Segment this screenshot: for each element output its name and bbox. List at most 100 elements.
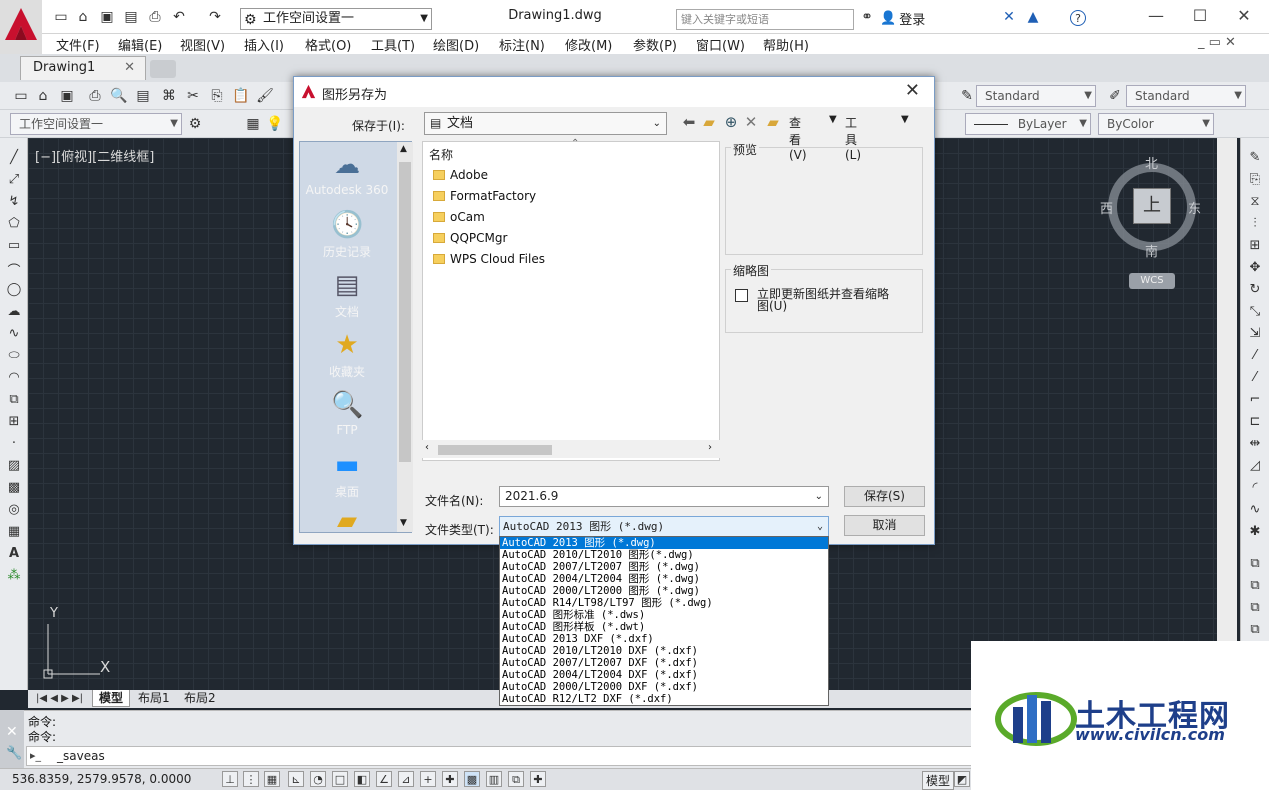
draworder-above-icon[interactable]: ⧉: [1246, 600, 1264, 618]
break-icon[interactable]: ⌐: [1246, 392, 1264, 410]
filetype-option[interactable]: AutoCAD 2004/LT2004 图形 (*.dwg): [500, 573, 828, 585]
offset-icon[interactable]: ⫶: [1246, 216, 1264, 234]
quick-properties-icon[interactable]: ▥: [486, 771, 502, 787]
viewcube[interactable]: 上 北 南 东 西: [1100, 155, 1204, 260]
model-space-button[interactable]: 模型: [922, 771, 955, 790]
lineweight-icon[interactable]: ✚: [442, 771, 458, 787]
wcs-menu[interactable]: WCS: [1129, 273, 1175, 289]
gradient-icon[interactable]: ▩: [5, 480, 23, 498]
compass-east[interactable]: 东: [1188, 198, 1201, 217]
update-thumbnail-checkbox[interactable]: [735, 289, 748, 302]
filetype-option[interactable]: AutoCAD 2000/LT2000 图形 (*.dwg): [500, 585, 828, 597]
fillet-icon[interactable]: ◜: [1246, 480, 1264, 498]
list-item[interactable]: WPS Cloud Files: [433, 252, 545, 266]
search-input[interactable]: 键入关键字或短语: [676, 9, 854, 30]
arc-icon[interactable]: ⌒: [5, 260, 23, 279]
places-scrollbar[interactable]: ▲ ▼: [397, 142, 413, 532]
document-tab[interactable]: Drawing1 ✕: [20, 56, 146, 80]
array-icon[interactable]: ⊞: [1246, 238, 1264, 256]
dynamic-input-icon[interactable]: +: [420, 771, 436, 787]
quick-view-icon[interactable]: ◩: [954, 771, 970, 787]
publish-icon[interactable]: ▤: [134, 87, 152, 105]
coordinates-readout[interactable]: 536.8359, 2579.9578, 0.0000: [12, 772, 191, 786]
doc-minimize-icon[interactable]: _ ▭ ✕: [1198, 35, 1236, 50]
copy-icon[interactable]: ⎘: [208, 87, 226, 105]
3d-osnap-icon[interactable]: ◧: [354, 771, 370, 787]
tab-layout1[interactable]: 布局1: [132, 690, 176, 707]
scroll-thumb[interactable]: [399, 162, 411, 462]
dimstyle-select[interactable]: Standard ▼: [1126, 85, 1246, 107]
stretch-icon[interactable]: ⇲: [1246, 326, 1264, 344]
filetype-option[interactable]: AutoCAD 图形样板 (*.dwt): [500, 621, 828, 633]
menu-tools[interactable]: 工具(T): [371, 35, 415, 54]
filetype-option[interactable]: AutoCAD 2000/LT2000 DXF (*.dxf): [500, 681, 828, 693]
vertical-scrollbar[interactable]: [1217, 138, 1237, 690]
login-button[interactable]: 👤 登录: [880, 9, 925, 28]
viewport-controls-label[interactable]: [−][俯视][二维线框]: [35, 146, 154, 165]
paste-icon[interactable]: 📋: [232, 87, 250, 105]
menu-view[interactable]: 视图(V): [180, 35, 225, 54]
command-prompt-icon[interactable]: ▸_: [30, 749, 41, 762]
grid-display-icon[interactable]: ▦: [264, 771, 280, 787]
mtext-icon[interactable]: A: [5, 546, 23, 564]
file-list-hscrollbar[interactable]: ‹ ›: [422, 440, 720, 458]
chamfer-icon[interactable]: ◿: [1246, 458, 1264, 476]
filetype-option[interactable]: AutoCAD 图形标准 (*.dws): [500, 609, 828, 621]
scroll-right-icon[interactable]: ›: [708, 442, 712, 453]
ellipse-arc-icon[interactable]: ◠: [5, 370, 23, 388]
save-in-select[interactable]: ▤ 文档 ⌄: [424, 112, 667, 135]
filetype-option[interactable]: AutoCAD R14/LT98/LT97 图形 (*.dwg): [500, 597, 828, 609]
lightbulb-icon[interactable]: 💡: [266, 115, 284, 133]
menu-modify[interactable]: 修改(M): [565, 35, 612, 54]
menu-insert[interactable]: 插入(I): [244, 35, 284, 54]
ortho-mode-icon[interactable]: ⊾: [288, 771, 304, 787]
menu-parameters[interactable]: 参数(P): [633, 35, 677, 54]
tab-layout2[interactable]: 布局2: [178, 690, 222, 707]
open-icon[interactable]: ⌂: [74, 8, 92, 26]
polyline-icon[interactable]: ↯: [5, 194, 23, 212]
update-thumbnail-label[interactable]: 立即更新图纸并查看缩略图(U): [757, 288, 897, 312]
layout-nav-arrows[interactable]: |◀ ◀ ▶ ▶|: [30, 690, 89, 707]
rotate-icon[interactable]: ↻: [1246, 282, 1264, 300]
menu-edit[interactable]: 编辑(E): [118, 35, 162, 54]
view-menu-arrow-icon[interactable]: ▼: [829, 114, 837, 125]
selection-cycling-icon[interactable]: ⧉: [508, 771, 524, 787]
circle-icon[interactable]: ◯: [5, 282, 23, 300]
trim-icon[interactable]: ⁄: [1246, 348, 1264, 366]
infer-constraints-icon[interactable]: ⊥: [222, 771, 238, 787]
gear-icon[interactable]: ⚙: [186, 115, 204, 133]
cut-icon[interactable]: ✂: [184, 87, 202, 105]
filetype-option[interactable]: AutoCAD 2007/LT2007 DXF (*.dxf): [500, 657, 828, 669]
save-icon[interactable]: ▣: [58, 87, 76, 105]
list-item[interactable]: Adobe: [433, 168, 488, 182]
polygon-icon[interactable]: ⬠: [5, 216, 23, 234]
insert-block-icon[interactable]: ⧉: [5, 392, 23, 410]
table-icon[interactable]: ▦: [5, 524, 23, 542]
list-item[interactable]: oCam: [433, 210, 485, 224]
save-icon[interactable]: ▣: [98, 8, 116, 26]
revcloud-icon[interactable]: ☁: [5, 304, 23, 322]
saveas-icon[interactable]: ▤: [122, 8, 140, 26]
workspace-select-2[interactable]: 工作空间设置一 ▼: [10, 113, 182, 135]
menu-dimension[interactable]: 标注(N): [499, 35, 545, 54]
command-window-handle[interactable]: ✕ 🔧: [0, 710, 24, 768]
close-icon[interactable]: ✕: [124, 57, 135, 79]
textstyle-select[interactable]: Standard ▼: [976, 85, 1096, 107]
maximize-button[interactable]: ☐: [1180, 4, 1220, 28]
preview-icon[interactable]: 🔍: [110, 87, 128, 105]
help-icon[interactable]: ?: [1070, 10, 1086, 26]
chevron-down-icon[interactable]: ⌄: [815, 487, 823, 506]
close-button[interactable]: ✕: [1224, 4, 1264, 28]
scroll-left-icon[interactable]: ‹: [425, 442, 429, 453]
plot-icon[interactable]: ⎙: [86, 87, 104, 105]
ellipse-icon[interactable]: ⬭: [5, 348, 23, 366]
filetype-option[interactable]: AutoCAD 2004/LT2004 DXF (*.dxf): [500, 669, 828, 681]
filetype-option[interactable]: AutoCAD 2013 DXF (*.dxf): [500, 633, 828, 645]
color-select[interactable]: ByColor ▼: [1098, 113, 1214, 135]
menu-draw[interactable]: 绘图(D): [433, 35, 479, 54]
place-documents[interactable]: ▤ 文档: [300, 270, 394, 320]
compass-south[interactable]: 南: [1145, 241, 1158, 260]
mirror-icon[interactable]: ⧖: [1246, 194, 1264, 212]
list-item[interactable]: FormatFactory: [433, 189, 536, 203]
menu-window[interactable]: 窗口(W): [696, 35, 745, 54]
